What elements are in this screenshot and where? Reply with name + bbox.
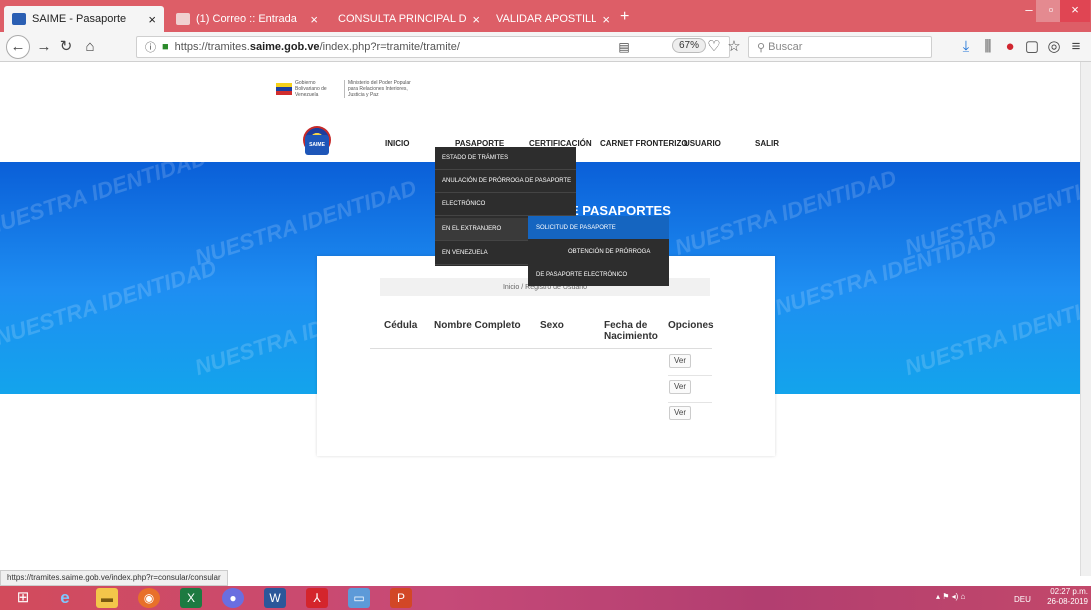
tab-apostilla[interactable]: VALIDAR APOSTILLA | MPPRE × (488, 6, 618, 32)
lock-icon: ■ (162, 41, 169, 53)
watermark-text: NUESTRA IDENTIDAD (0, 254, 220, 351)
close-tab-icon[interactable]: × (148, 12, 156, 27)
back-icon[interactable]: ← (6, 35, 30, 59)
nav-carnet-fronterizo[interactable]: CARNET FRONTERIZO (600, 139, 688, 148)
reload-icon[interactable]: ↻ (56, 37, 76, 57)
bookmark-star-icon[interactable]: ☆ (724, 37, 744, 57)
col-header-cedula: Cédula (384, 320, 418, 331)
windows-start-icon[interactable]: ⊞ (12, 588, 34, 608)
col-header-sexo: Sexo (540, 320, 564, 331)
language-indicator[interactable]: DEU (1014, 595, 1031, 604)
taskbar-clock[interactable]: 02:27 p.m. 26-08-2019 (1034, 587, 1088, 607)
library-icon[interactable]: ⫼ (978, 37, 998, 57)
info-icon[interactable]: ⓘ (145, 39, 156, 55)
excel-icon[interactable]: X (180, 588, 202, 608)
extension-icon[interactable]: ◎ (1044, 37, 1064, 57)
sidebar-icon[interactable]: ▢ (1022, 37, 1042, 57)
ministry-text: Ministerio del Poder Popular para Relaci… (344, 80, 414, 98)
close-tab-icon[interactable]: × (602, 12, 610, 27)
new-tab-button[interactable]: + (620, 8, 629, 26)
reader-view-icon[interactable]: ▤ (614, 37, 634, 57)
tray-icons[interactable]: ▴ ⚑ ◂) ⌂ (936, 592, 965, 601)
gov-logo: Gobierno Bolivariano de Venezuela Minist… (276, 80, 414, 98)
search-placeholder: Buscar (768, 41, 803, 53)
page-actions-icon[interactable] (680, 37, 698, 57)
menu-item-anulacion-prorroga[interactable]: ANULACIÓN DE PRÓRROGA DE PASAPORTE (435, 170, 576, 193)
download-icon[interactable]: ⤓ (956, 37, 976, 57)
powerpoint-icon[interactable]: P (390, 588, 412, 608)
close-tab-icon[interactable]: × (310, 12, 318, 27)
firefox-icon[interactable]: ◉ (138, 588, 160, 608)
ver-button[interactable]: Ver (669, 354, 691, 368)
nav-inicio[interactable]: INICIO (385, 139, 409, 148)
nav-usuario[interactable]: USUARIO (684, 139, 721, 148)
chrome-icon[interactable]: ● (222, 588, 244, 608)
watermark-text: NUESTRA IDENTIDAD (901, 284, 1080, 381)
tab-title: SAIME - Pasaporte (32, 13, 127, 25)
app-window-icon[interactable]: ▭ (348, 588, 370, 608)
url-text: https://tramites.saime.gob.ve/index.php?… (174, 41, 460, 53)
tab-title: VALIDAR APOSTILLA | MPPRE (496, 13, 597, 25)
close-tab-icon[interactable]: × (472, 12, 480, 27)
acrobat-icon[interactable]: ⅄ (306, 588, 328, 608)
tab-saime[interactable]: SAIME - Pasaporte × (4, 6, 164, 32)
windows-taskbar (0, 586, 1091, 610)
gov-text: Gobierno Bolivariano de Venezuela (295, 80, 327, 98)
row-divider (668, 375, 712, 376)
page-scrollbar[interactable] (1080, 62, 1091, 576)
adblock-icon[interactable]: ● (1000, 37, 1020, 57)
table-header-divider (370, 348, 712, 349)
col-header-nombre: Nombre Completo (434, 320, 521, 331)
col-header-fecha-nacimiento: Fecha de Nacimiento (604, 320, 658, 342)
watermark-text: NUESTRA IDENTIDAD (0, 162, 210, 241)
file-explorer-icon[interactable]: ▬ (96, 588, 118, 608)
word-icon[interactable]: W (264, 588, 286, 608)
menu-icon[interactable]: ≡ (1066, 37, 1086, 57)
submenu-item-obtencion-prorroga[interactable]: OBTENCIÓN DE PRÓRROGA (528, 240, 669, 263)
ver-button[interactable]: Ver (669, 406, 691, 420)
submenu-item-solicitud-pasaporte[interactable]: SOLICITUD DE PASAPORTE (528, 216, 669, 239)
row-divider (668, 402, 712, 403)
mail-favicon-icon (176, 13, 190, 25)
menu-item-electronico[interactable]: ELECTRÓNICO (435, 193, 576, 216)
tab-title: CONSULTA PRINCIPAL DE PLANILL (338, 13, 467, 25)
watermark-text: NUESTRA IDENTIDAD (671, 164, 900, 261)
close-window-icon[interactable]: × (1060, 0, 1090, 22)
clock-date: 26-08-2019 (1047, 597, 1088, 606)
clock-time: 02:27 p.m. (1050, 587, 1088, 596)
ver-button[interactable]: Ver (669, 380, 691, 394)
tab-correo[interactable]: (1) Correo :: Entrada × (168, 6, 326, 32)
venezuela-flag-icon (276, 83, 292, 95)
tab-title: (1) Correo :: Entrada (196, 13, 297, 25)
saime-favicon-icon (12, 13, 26, 25)
search-bar[interactable]: ⚲ Buscar (748, 36, 932, 58)
submenu-item-pasaporte-electronico[interactable]: DE PASAPORTE ELECTRÓNICO (528, 263, 669, 286)
forward-icon[interactable]: → (34, 37, 54, 57)
saime-logo: SAIME (305, 135, 329, 155)
col-header-opciones: Opciones (668, 320, 714, 331)
tab-consulta[interactable]: CONSULTA PRINCIPAL DE PLANILL × (330, 6, 488, 32)
search-icon: ⚲ (757, 41, 769, 54)
home-icon[interactable]: ⌂ (80, 37, 100, 57)
nav-salir[interactable]: SALIR (755, 139, 779, 148)
status-url: https://tramites.saime.gob.ve/index.php?… (0, 570, 228, 586)
url-bar[interactable]: ⓘ ■ https://tramites.saime.gob.ve/index.… (136, 36, 730, 58)
menu-item-estado-tramites[interactable]: ESTADO DE TRÁMITES (435, 147, 576, 170)
pocket-icon[interactable]: ♡ (704, 37, 724, 57)
edge-icon[interactable]: e (54, 588, 76, 608)
